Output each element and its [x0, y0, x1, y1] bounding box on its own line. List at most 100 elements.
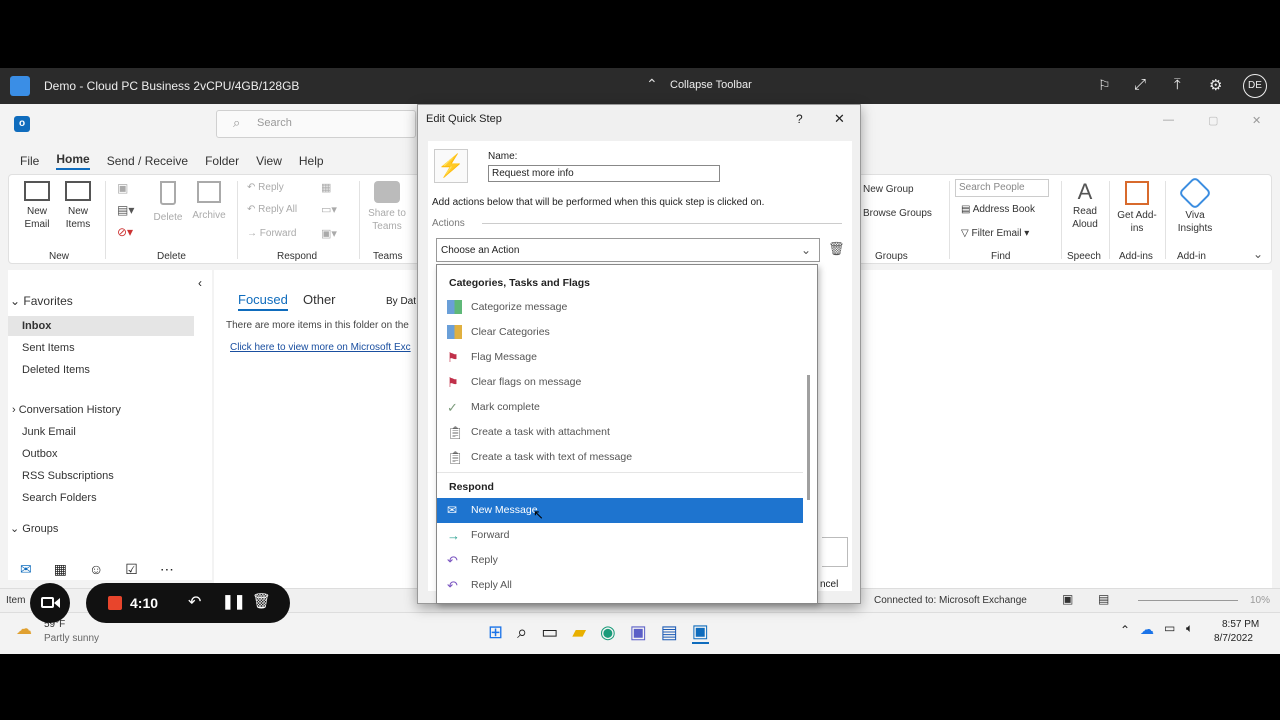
new-group-button[interactable]: New Group [863, 183, 914, 196]
feedback-icon[interactable]: ⚐ [1098, 77, 1111, 94]
tab-folder[interactable]: Folder [205, 154, 239, 168]
tasks-icon[interactable]: ☑ [125, 561, 138, 578]
action-flag-message[interactable]: ⚑ Flag Message [437, 345, 803, 370]
sent-items-folder[interactable]: Sent Items [22, 342, 75, 354]
undo-icon[interactable]: ↶ [188, 592, 201, 612]
outlook-icon[interactable]: ▣ [691, 621, 709, 644]
windows-start-icon[interactable]: ⊞ [488, 622, 503, 643]
name-field[interactable]: Request more info [488, 165, 720, 182]
forward-button[interactable]: → Forward [247, 227, 296, 240]
action-clear-flags[interactable]: ⚑ Clear flags on message [437, 370, 803, 395]
expand-icon[interactable]: ⤢ [1134, 76, 1146, 93]
tab-focused[interactable]: Focused [238, 292, 288, 311]
clock-time[interactable]: 8:57 PM [1222, 619, 1259, 630]
outbox-folder[interactable]: Outbox [22, 448, 57, 460]
conversation-history-folder[interactable]: › Conversation History [12, 404, 121, 416]
archive-button[interactable]: Archive [189, 181, 229, 222]
tab-file[interactable]: File [20, 154, 39, 168]
action-reply[interactable]: ↶ Reply [437, 548, 803, 573]
gear-icon[interactable]: ⚙ [1209, 76, 1222, 94]
choose-action-combobox[interactable]: Choose an Action ⌄ [436, 238, 820, 262]
cleanup-icon[interactable]: ▤▾ [117, 203, 134, 217]
more-icon[interactable]: ⋯ [160, 561, 174, 578]
tab-view[interactable]: View [256, 154, 282, 168]
action-task-with-attachment[interactable]: 📋︎ Create a task with attachment [437, 420, 803, 445]
meeting-icon[interactable]: ▦ [321, 181, 331, 194]
tab-send-receive[interactable]: Send / Receive [107, 154, 188, 168]
chevron-left-icon[interactable]: ‹ [198, 276, 202, 290]
reply-all-button[interactable]: ↶ Reply All [247, 203, 297, 216]
address-book-button[interactable]: ▤ Address Book [961, 203, 1035, 216]
tab-help[interactable]: Help [299, 154, 324, 168]
clock-date[interactable]: 8/7/2022 [1214, 633, 1253, 644]
window-close-icon[interactable]: ✕ [1252, 114, 1261, 127]
groups-header[interactable]: ⌄ Groups [10, 522, 58, 535]
tab-other[interactable]: Other [303, 292, 336, 307]
chevron-up-icon[interactable]: ⌃ [1120, 623, 1130, 637]
help-button[interactable]: ? [796, 112, 803, 126]
stop-record-button[interactable] [108, 596, 122, 610]
browse-groups-button[interactable]: Browse Groups [863, 207, 932, 220]
deleted-items-folder[interactable]: Deleted Items [22, 364, 90, 376]
delete-action-icon[interactable]: 🗑︎ [828, 241, 845, 257]
more-respond-icon[interactable]: ▣▾ [321, 227, 337, 240]
weather-icon[interactable]: ☁ [16, 619, 32, 639]
dropdown-scrollbar[interactable] [807, 375, 810, 500]
search-input[interactable]: ⌕ Search [216, 110, 416, 138]
view-more-link[interactable]: Click here to view more on Microsoft Exc [230, 342, 418, 353]
pause-icon[interactable]: ❚❚ [222, 593, 245, 610]
ignore-icon[interactable]: ▣ [117, 181, 128, 195]
action-categorize-message[interactable]: Categorize message [437, 295, 803, 320]
get-addins-button[interactable]: Get Add-ins [1117, 181, 1157, 235]
calendar-icon[interactable]: ▦ [54, 561, 67, 578]
filter-email-button[interactable]: ▽ Filter Email ▾ [961, 227, 1029, 240]
rss-folder[interactable]: RSS Subscriptions [22, 470, 114, 482]
task-view-icon[interactable]: ▭ [541, 622, 558, 643]
file-explorer-icon[interactable]: ▰ [572, 622, 586, 643]
cancel-button[interactable]: ncel [820, 579, 838, 590]
volume-icon[interactable]: 🔈︎ [1186, 621, 1193, 636]
delete-button[interactable]: Delete [151, 181, 185, 224]
onedrive-icon[interactable]: ☁ [1140, 621, 1154, 638]
word-icon[interactable]: ▤ [661, 622, 678, 643]
search-folders-folder[interactable]: Search Folders [22, 492, 97, 504]
search-people-input[interactable]: Search People [955, 179, 1049, 197]
viva-insights-button[interactable]: Viva Insights [1173, 176, 1217, 235]
mail-icon[interactable]: ✉ [20, 561, 32, 578]
action-clear-categories[interactable]: Clear Categories [437, 320, 803, 345]
action-reply-all[interactable]: ↶ Reply All [437, 573, 803, 598]
normal-view-icon[interactable]: ▣ [1062, 592, 1073, 606]
zoom-slider[interactable] [1138, 600, 1238, 601]
action-forward[interactable]: → Forward [437, 523, 803, 548]
collapse-toolbar-button[interactable]: Collapse Toolbar [670, 79, 752, 91]
trash-icon[interactable]: 🗑︎ [252, 592, 271, 610]
action-mark-complete[interactable]: ✓ Mark complete [437, 395, 803, 420]
network-icon[interactable]: ▭ [1164, 621, 1175, 635]
tab-home[interactable]: Home [56, 152, 90, 170]
dialog-close-button[interactable]: ✕ [834, 111, 845, 127]
edge-icon[interactable]: ◉ [600, 622, 616, 643]
upload-icon[interactable]: ⤒ [1174, 76, 1181, 93]
reply-button[interactable]: ↶ Reply [247, 181, 284, 194]
camera-button[interactable] [30, 583, 70, 623]
junk-email-folder[interactable]: Junk Email [22, 426, 76, 438]
new-email-button[interactable]: New Email [19, 181, 55, 231]
chevron-down-icon[interactable]: ⌄ [1253, 247, 1263, 261]
chevron-up-icon[interactable]: ⌃ [646, 76, 658, 93]
avatar[interactable]: DE [1243, 74, 1267, 98]
maximize-icon[interactable]: ▢ [1208, 114, 1218, 127]
teams-icon[interactable]: ▣ [630, 622, 647, 643]
read-aloud-button[interactable]: A Read Aloud [1067, 179, 1103, 231]
reading-view-icon[interactable]: ▤ [1098, 592, 1109, 606]
sort-by-date[interactable]: By Dat [386, 296, 416, 307]
dialog-input-partial[interactable] [822, 537, 848, 567]
new-items-button[interactable]: New Items [59, 181, 97, 231]
im-icon[interactable]: ▭▾ [321, 203, 337, 216]
action-task-with-text[interactable]: 📋︎ Create a task with text of message [437, 445, 803, 470]
favorites-header[interactable]: ⌄ Favorites [10, 294, 73, 308]
people-icon[interactable]: ☺ [89, 561, 103, 577]
minimize-icon[interactable]: — [1163, 114, 1174, 126]
action-new-message[interactable]: ✉ New Message [437, 498, 803, 523]
share-to-teams-button[interactable]: Share to Teams [365, 181, 409, 233]
junk-icon[interactable]: ⊘▾ [117, 225, 133, 239]
